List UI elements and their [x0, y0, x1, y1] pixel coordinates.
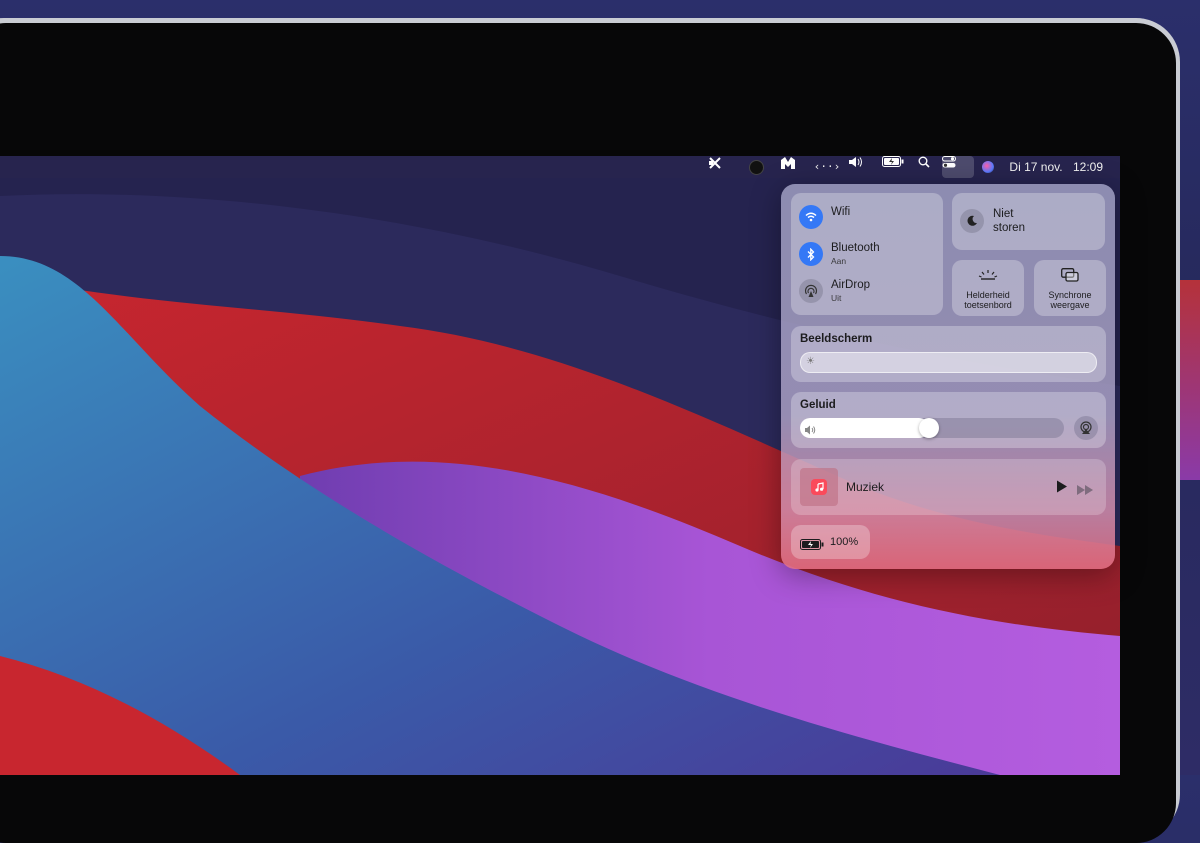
speaker-icon	[804, 422, 816, 440]
airplay-icon[interactable]	[1074, 416, 1098, 440]
menubar-time[interactable]: 12:09	[1068, 156, 1108, 178]
siri-icon[interactable]	[977, 156, 999, 178]
kb-line1: Helderheid	[966, 290, 1010, 300]
volume-slider[interactable]	[800, 418, 1064, 438]
volume-icon[interactable]	[848, 156, 870, 178]
bluetooth-label[interactable]: Bluetooth	[831, 242, 880, 254]
moon-icon	[960, 209, 984, 233]
wifi-label[interactable]: Wifi	[831, 206, 850, 218]
kb-line2: toetsenbord	[964, 300, 1012, 310]
music-artwork	[800, 468, 838, 506]
display-brightness-slider[interactable]: ☀	[800, 352, 1097, 373]
connectivity-tile: Wifi Bluetooth Aan AirDrop Uit	[791, 193, 943, 315]
search-icon[interactable]	[918, 156, 940, 178]
sound-tile: Geluid	[791, 392, 1106, 448]
menu-extra-icon[interactable]	[708, 156, 732, 178]
music-label: Muziek	[846, 480, 885, 494]
battery-icon[interactable]	[882, 156, 908, 178]
airdrop-status: Uit	[831, 293, 842, 303]
do-not-disturb-tile[interactable]: Niet storen	[952, 193, 1105, 250]
battery-tile[interactable]: 100%	[791, 525, 870, 559]
keyboard-brightness-tile[interactable]: Helderheid toetsenbord	[952, 260, 1024, 316]
volume-knob[interactable]	[919, 418, 939, 438]
airdrop-label[interactable]: AirDrop	[831, 279, 870, 291]
bluetooth-status: Aan	[831, 256, 847, 266]
code-icon[interactable]: ‹··›	[814, 156, 841, 178]
mirror-line2: weergave	[1050, 300, 1090, 310]
wifi-icon[interactable]	[799, 205, 823, 229]
play-icon[interactable]	[1056, 480, 1068, 498]
keyboard-brightness-icon	[978, 268, 998, 286]
screen-mirroring-icon	[1061, 268, 1079, 287]
display-label: Beeldscherm	[800, 333, 873, 345]
bluetooth-icon[interactable]	[799, 242, 823, 266]
battery-percentage: 100%	[830, 536, 859, 548]
malwarebytes-icon[interactable]	[780, 156, 804, 178]
airdrop-icon[interactable]	[799, 279, 823, 303]
forward-icon[interactable]	[1077, 482, 1093, 500]
music-note-icon	[811, 479, 827, 495]
mirror-line1: Synchrone	[1048, 290, 1092, 300]
volume-fill	[800, 418, 929, 438]
music-tile[interactable]: Muziek	[791, 459, 1106, 515]
sun-icon: ☀	[806, 356, 815, 367]
screen-mirroring-tile[interactable]: Synchrone weergave	[1034, 260, 1106, 316]
control-center: Wifi Bluetooth Aan AirDrop Uit Niet stor…	[781, 184, 1115, 569]
dnd-line2: storen	[993, 222, 1025, 234]
sound-label: Geluid	[800, 399, 836, 411]
menu-bar: ‹··› Di 17 nov. 12:09	[0, 156, 1120, 178]
display-tile: Beeldscherm ☀	[791, 326, 1106, 382]
menubar-date[interactable]: Di 17 nov.	[1005, 156, 1067, 178]
control-center-icon[interactable]	[942, 156, 974, 178]
dnd-line1: Niet	[993, 208, 1014, 220]
circle-app-icon[interactable]	[745, 156, 767, 178]
battery-level-icon	[800, 537, 824, 555]
